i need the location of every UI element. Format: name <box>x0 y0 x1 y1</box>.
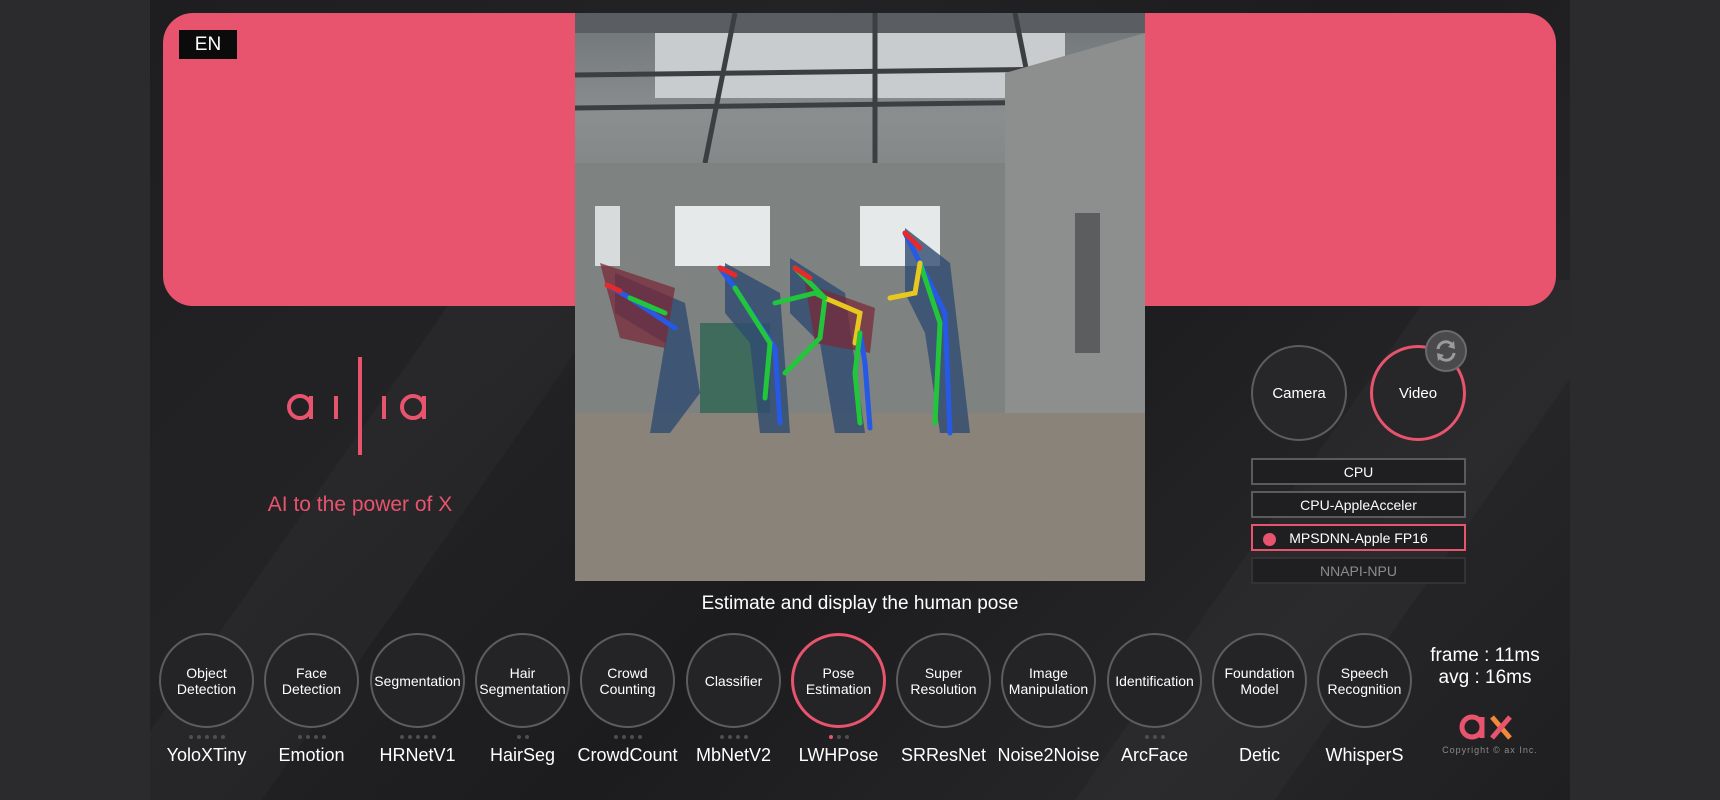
page-dot <box>621 735 626 739</box>
model-page-dots <box>580 735 675 739</box>
device-label: NNAPI-NPU <box>1319 562 1397 579</box>
page-dot <box>297 735 302 739</box>
camera-button[interactable]: Camera <box>1251 345 1347 441</box>
page-dot <box>1144 735 1149 739</box>
pose-estimation-scene <box>575 13 1145 581</box>
task-label: Face Detection <box>281 664 342 697</box>
camera-button-label: Camera <box>1272 384 1326 402</box>
task-label: Foundation Model <box>1224 664 1295 697</box>
page-dot <box>1160 735 1165 739</box>
page-dot <box>743 735 748 739</box>
page-dot <box>828 735 833 739</box>
page-dot <box>196 735 201 739</box>
timing-readout: frame : 11ms avg : 16ms <box>1410 645 1560 689</box>
model-name[interactable]: Emotion <box>259 745 364 766</box>
page-dot <box>204 735 209 739</box>
model-page-dots <box>370 735 465 739</box>
device-label: CPU-AppleAcceler <box>1300 496 1417 513</box>
task-button[interactable]: Crowd Counting <box>580 633 675 728</box>
task-label: Image Manipulation <box>1008 664 1089 697</box>
model-page-dots <box>791 735 886 739</box>
page-dot <box>407 735 412 739</box>
device-cpu-apple[interactable]: CPU-AppleAcceler <box>1251 491 1466 518</box>
task-label: Super Resolution <box>910 664 977 697</box>
task-button[interactable]: Classifier <box>686 633 781 728</box>
refresh-button[interactable] <box>1425 330 1467 372</box>
page-dot <box>212 735 217 739</box>
refresh-icon <box>1436 340 1456 362</box>
video-button-label: Video <box>1398 384 1438 402</box>
task-label: Pose Estimation <box>805 664 872 697</box>
task-description: Estimate and display the human pose <box>701 593 1019 614</box>
ax-company-logo <box>1459 714 1512 740</box>
task-button[interactable]: Pose Estimation <box>791 633 886 728</box>
model-name[interactable]: LWHPose <box>786 745 891 766</box>
task-button[interactable]: Hair Segmentation <box>475 633 570 728</box>
device-mpsdnn[interactable]: MPSDNN-Apple FP16 <box>1251 524 1466 551</box>
model-page-dots <box>264 735 359 739</box>
page-dot <box>629 735 634 739</box>
task-button[interactable]: Identification <box>1107 633 1202 728</box>
page-dot <box>844 735 849 739</box>
model-page-dots <box>475 735 570 739</box>
brand-tagline: AI to the power of X <box>267 493 453 516</box>
page-dot <box>305 735 310 739</box>
task-label: Crowd Counting <box>599 664 656 697</box>
model-page-dots <box>159 735 254 739</box>
model-page-dots <box>686 735 781 739</box>
task-label: Classifier <box>704 672 763 689</box>
page-dot <box>220 735 225 739</box>
copyright-text: Copyright © ax Inc. <box>1442 745 1538 755</box>
task-button[interactable]: Segmentation <box>370 633 465 728</box>
page-dot <box>415 735 420 739</box>
task-button[interactable]: Image Manipulation <box>1001 633 1096 728</box>
device-label: MPSDNN-Apple FP16 <box>1289 529 1428 546</box>
page-dot <box>188 735 193 739</box>
task-label: Identification <box>1115 672 1194 689</box>
page-dot <box>727 735 732 739</box>
avg-time: avg : 16ms <box>1438 667 1532 688</box>
video-preview <box>575 13 1145 581</box>
task-button[interactable]: Super Resolution <box>896 633 991 728</box>
model-name[interactable]: MbNetV2 <box>681 745 786 766</box>
page-dot <box>1152 735 1157 739</box>
page-dot <box>637 735 642 739</box>
page-dot <box>735 735 740 739</box>
model-name[interactable]: Noise2Noise <box>996 745 1101 766</box>
task-label: Object Detection <box>176 664 237 697</box>
selected-indicator-icon <box>1263 533 1276 546</box>
app-window: EN AI to the power of X Camera Video CPU… <box>150 0 1570 800</box>
page-dot <box>613 735 618 739</box>
device-cpu[interactable]: CPU <box>1251 458 1466 485</box>
model-name[interactable]: SRResNet <box>891 745 996 766</box>
task-label: Hair Segmentation <box>479 664 566 697</box>
page-dot <box>524 735 529 739</box>
page-dot <box>719 735 724 739</box>
model-name[interactable]: HairSeg <box>470 745 575 766</box>
ailia-logo <box>287 357 426 455</box>
task-button[interactable]: Object Detection <box>159 633 254 728</box>
page-dot <box>399 735 404 739</box>
language-toggle[interactable]: EN <box>179 30 237 59</box>
task-button[interactable]: Face Detection <box>264 633 359 728</box>
device-label: CPU <box>1343 463 1374 480</box>
model-name[interactable]: ArcFace <box>1102 745 1207 766</box>
model-name[interactable]: HRNetV1 <box>365 745 470 766</box>
task-button[interactable]: Speech Recognition <box>1317 633 1412 728</box>
task-button[interactable]: Foundation Model <box>1212 633 1307 728</box>
model-name[interactable]: CrowdCount <box>575 745 680 766</box>
task-label: Segmentation <box>374 672 461 689</box>
task-label: Speech Recognition <box>1327 664 1402 697</box>
device-nnapi: NNAPI-NPU <box>1251 557 1466 584</box>
frame-time: frame : 11ms <box>1430 645 1540 666</box>
model-name[interactable]: YoloXTiny <box>154 745 259 766</box>
page-dot <box>431 735 436 739</box>
page-dot <box>423 735 428 739</box>
page-dot <box>313 735 318 739</box>
page-dot <box>516 735 521 739</box>
page-dot <box>836 735 841 739</box>
page-dot <box>321 735 326 739</box>
model-page-dots <box>1107 735 1202 739</box>
model-name[interactable]: Detic <box>1207 745 1312 766</box>
